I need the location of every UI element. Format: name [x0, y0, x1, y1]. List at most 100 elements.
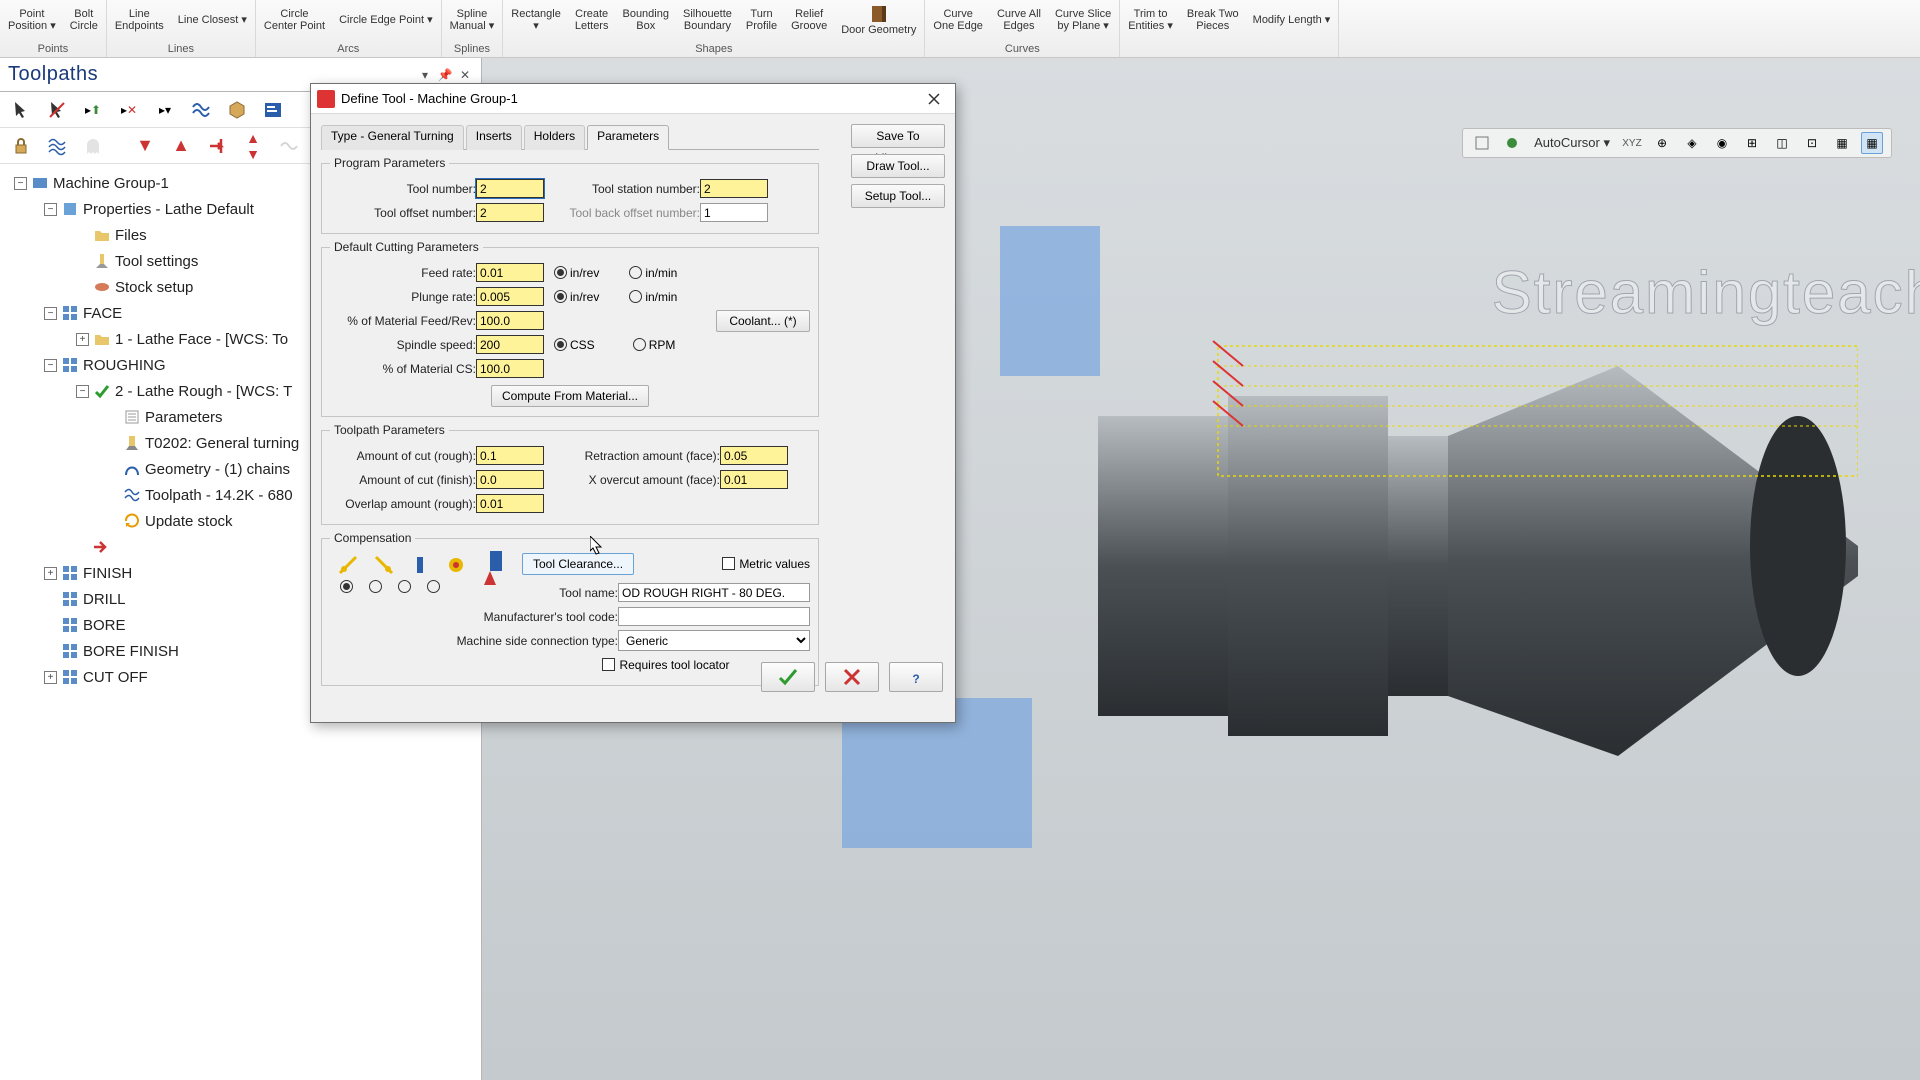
expand-icon[interactable]: + — [44, 567, 57, 580]
plunge-rate-input[interactable] — [476, 287, 544, 306]
modify-length[interactable]: Modify Length ▾ — [1251, 14, 1333, 28]
circle-edge-point[interactable]: Circle Edge Point ▾ — [337, 14, 435, 28]
setup-tool-button[interactable]: Setup Tool... — [851, 184, 945, 208]
relief-groove[interactable]: Relief Groove — [789, 8, 829, 33]
autocursor-label[interactable]: AutoCursor ▾ — [1531, 135, 1613, 151]
help-button[interactable]: ? — [889, 662, 943, 692]
autocursor-toggle-icon[interactable] — [1471, 132, 1493, 154]
grid-icon[interactable]: ▦ — [1831, 132, 1853, 154]
comp-radio-4[interactable] — [427, 580, 440, 593]
bolt-circle[interactable]: Bolt Circle — [68, 8, 100, 33]
create-letters[interactable]: Create Letters — [573, 8, 611, 33]
turn-profile[interactable]: Turn Profile — [744, 8, 779, 33]
feed-rate-input[interactable] — [476, 263, 544, 282]
point-position[interactable]: Point Position ▾ — [6, 8, 58, 33]
waves2-icon[interactable] — [42, 131, 72, 161]
rpm-radio[interactable]: RPM — [633, 338, 676, 352]
tool-back-offset-input[interactable] — [700, 203, 768, 222]
waves-icon[interactable] — [186, 95, 216, 125]
line-endpoints[interactable]: Line Endpoints — [113, 8, 166, 33]
collapse-icon[interactable]: − — [44, 307, 57, 320]
panel-dropdown-icon[interactable]: ▾ — [417, 67, 433, 83]
tri-up-red-icon[interactable]: ▲ — [166, 131, 196, 161]
pct-cs-input[interactable] — [476, 359, 544, 378]
toolpath-options-icon[interactable]: ▸▾ — [150, 95, 180, 125]
line-closest[interactable]: Line Closest ▾ — [176, 14, 249, 28]
dialog-titlebar[interactable]: Define Tool - Machine Group-1 — [311, 84, 955, 114]
tab-inserts[interactable]: Inserts — [466, 125, 522, 150]
comp-radio-1[interactable] — [340, 580, 353, 593]
tool-clearance-button[interactable]: Tool Clearance... — [522, 553, 634, 575]
trim-to-entities[interactable]: Trim to Entities ▾ — [1126, 8, 1175, 33]
sort-icon[interactable]: ▲▼ — [238, 131, 268, 161]
snap3-icon[interactable]: ◉ — [1711, 132, 1733, 154]
panel-pin-icon[interactable]: 📌 — [437, 67, 453, 83]
spindle-input[interactable] — [476, 335, 544, 354]
css-radio[interactable]: CSS — [554, 338, 595, 352]
overlap-input[interactable] — [476, 494, 544, 513]
metric-values-checkbox[interactable]: Metric values — [722, 557, 810, 571]
grid2-icon[interactable]: ▦ — [1861, 132, 1883, 154]
snap6-icon[interactable]: ⊡ — [1801, 132, 1823, 154]
xover-input[interactable] — [720, 470, 788, 489]
snap1-icon[interactable]: ⊕ — [1651, 132, 1673, 154]
feed-inmin-radio[interactable]: in/min — [629, 266, 677, 280]
autocursor-icon[interactable] — [1501, 132, 1523, 154]
sim-icon[interactable] — [258, 95, 288, 125]
cut-finish-input[interactable] — [476, 470, 544, 489]
comp-radio-3[interactable] — [398, 580, 411, 593]
redo-arrow-icon[interactable] — [202, 131, 232, 161]
silhouette-boundary[interactable]: Silhouette Boundary — [681, 8, 734, 33]
feed-inrev-radio[interactable]: in/rev — [554, 266, 599, 280]
rectangle[interactable]: Rectangle ▾ — [509, 8, 563, 33]
pct-feed-input[interactable] — [476, 311, 544, 330]
door-geometry[interactable]: Door Geometry — [839, 3, 918, 38]
tool-offset-input[interactable] — [476, 203, 544, 222]
draw-tool-button[interactable]: Draw Tool... — [851, 154, 945, 178]
expand-icon[interactable]: + — [76, 333, 89, 346]
lock-icon[interactable] — [6, 131, 36, 161]
circle-center-point[interactable]: Circle Center Point — [262, 8, 327, 33]
tab-type[interactable]: Type - General Turning — [321, 125, 464, 150]
conn-type-select[interactable]: Generic — [618, 630, 810, 651]
save-to-library-button[interactable]: Save To Library... — [851, 124, 945, 148]
expand-icon[interactable]: + — [44, 671, 57, 684]
toolpath-delete-icon[interactable]: ▸✕ — [114, 95, 144, 125]
axis-icon[interactable]: XYZ — [1621, 132, 1643, 154]
tool-name-input[interactable] — [618, 583, 810, 602]
snap4-icon[interactable]: ⊞ — [1741, 132, 1763, 154]
ok-button[interactable] — [761, 662, 815, 692]
tri-down-red-icon[interactable]: ▼ — [130, 131, 160, 161]
bounding-box[interactable]: Bounding Box — [620, 8, 671, 33]
mfg-code-input[interactable] — [618, 607, 810, 626]
spline-manual[interactable]: Spline Manual ▾ — [448, 8, 497, 33]
tab-holders[interactable]: Holders — [524, 125, 585, 150]
plunge-inrev-radio[interactable]: in/rev — [554, 290, 599, 304]
comp-radio-2[interactable] — [369, 580, 382, 593]
dialog-close-button[interactable] — [913, 85, 955, 113]
compute-material-button[interactable]: Compute From Material... — [491, 385, 649, 407]
retract-input[interactable] — [720, 446, 788, 465]
cancel-button[interactable] — [825, 662, 879, 692]
curve-one-edge[interactable]: Curve One Edge — [931, 8, 985, 33]
curve-all-edges[interactable]: Curve All Edges — [995, 8, 1043, 33]
collapse-icon[interactable]: − — [76, 385, 89, 398]
snap5-icon[interactable]: ◫ — [1771, 132, 1793, 154]
tool-number-input[interactable] — [476, 179, 544, 198]
requires-locator-checkbox[interactable]: Requires tool locator — [602, 658, 729, 672]
collapse-icon[interactable]: − — [44, 203, 57, 216]
select-cursor-icon[interactable] — [6, 95, 36, 125]
break-two-pieces[interactable]: Break Two Pieces — [1185, 8, 1241, 33]
toolpath-insert-icon[interactable]: ▸⬆ — [78, 95, 108, 125]
snap2-icon[interactable]: ◈ — [1681, 132, 1703, 154]
collapse-icon[interactable]: − — [14, 177, 27, 190]
coolant-button[interactable]: Coolant... (*) — [716, 310, 810, 332]
plunge-inmin-radio[interactable]: in/min — [629, 290, 677, 304]
tab-parameters[interactable]: Parameters — [587, 125, 669, 150]
curve-slice-by-plane[interactable]: Curve Slice by Plane ▾ — [1053, 8, 1113, 33]
cut-rough-input[interactable] — [476, 446, 544, 465]
panel-close-icon[interactable]: ✕ — [457, 67, 473, 83]
box-icon[interactable] — [222, 95, 252, 125]
collapse-icon[interactable]: − — [44, 359, 57, 372]
deselect-icon[interactable] — [42, 95, 72, 125]
